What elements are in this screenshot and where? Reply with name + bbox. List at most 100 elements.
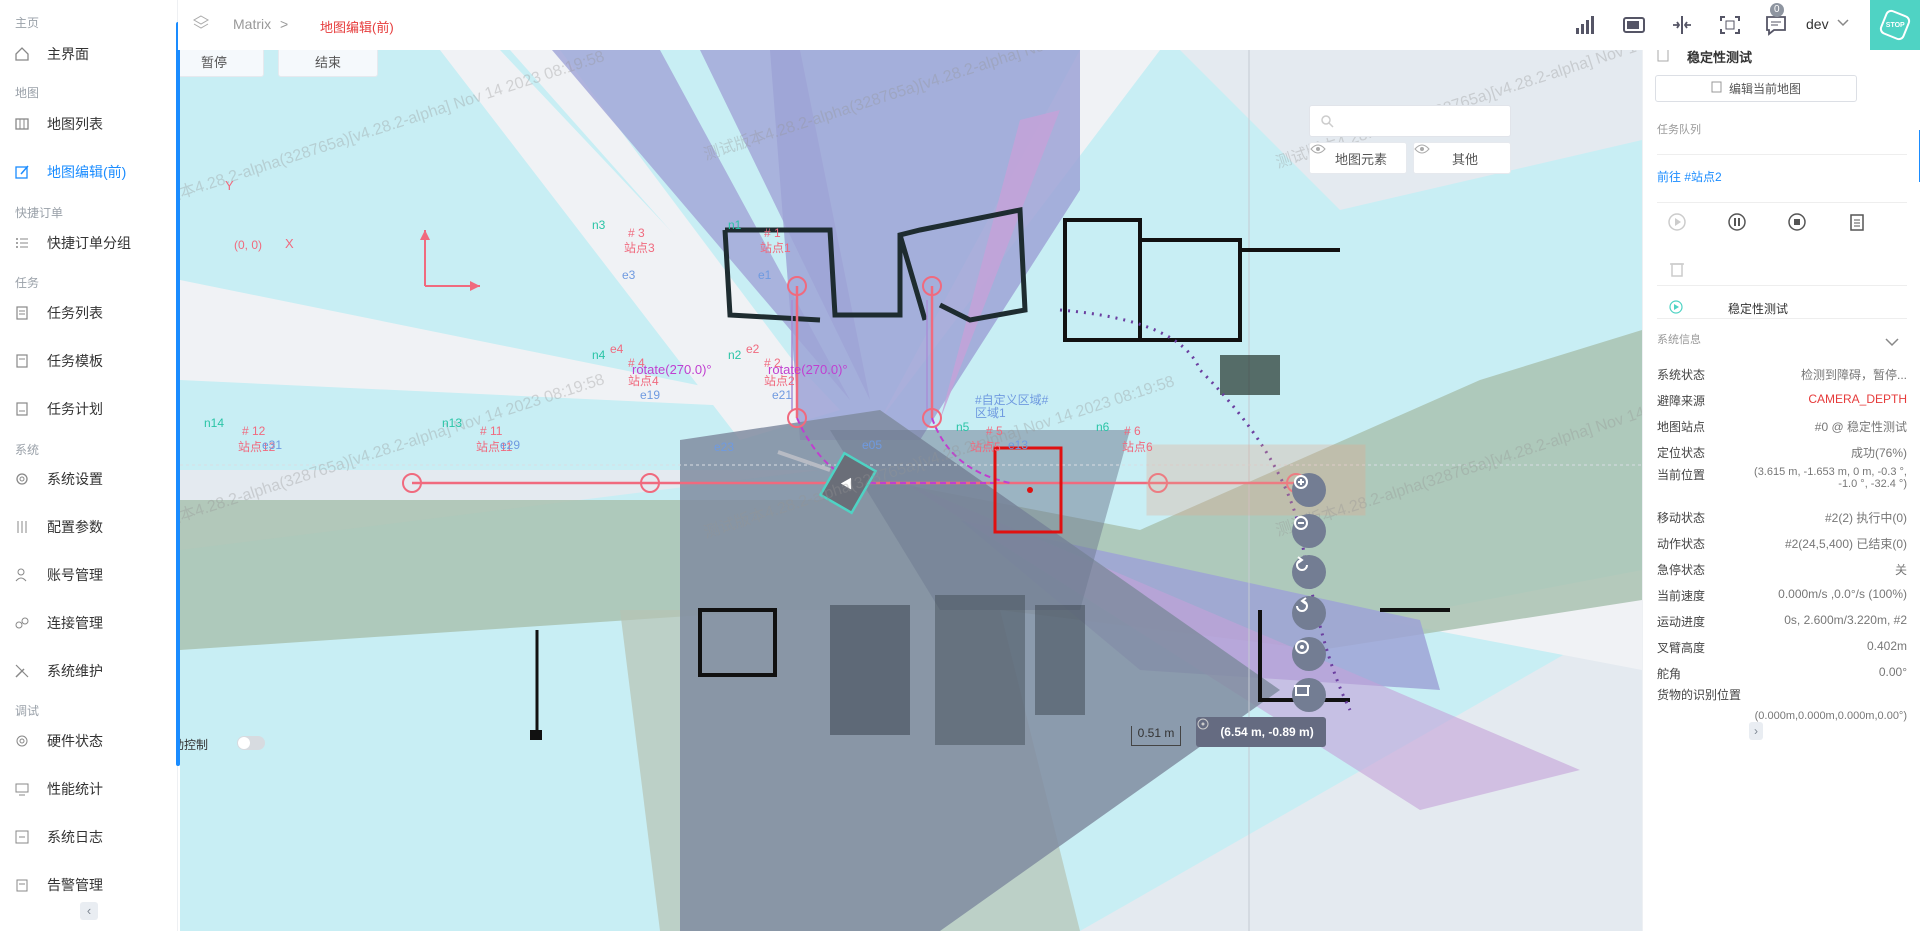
info-row: 急停状态 关 <box>1657 561 1907 578</box>
info-value: 成功(76%) <box>1850 446 1907 460</box>
node-station: 站点1 <box>760 241 791 255</box>
sidebar-item-map-edit[interactable]: 地图编辑(前) <box>12 155 162 189</box>
clear-button[interactable] <box>1292 678 1326 712</box>
info-value: (0.000m,0.000m,0.000m,0.00°) <box>1754 710 1907 722</box>
rotate-left-icon <box>1296 556 1308 571</box>
edit-map-label: 编辑当前地图 <box>1728 82 1801 96</box>
node-id: n3 <box>592 218 606 232</box>
sidebar-item-config-params[interactable]: 配置参数 <box>12 510 162 544</box>
zoom-in-button[interactable] <box>1292 473 1326 507</box>
split-view-icon[interactable] <box>1670 14 1694 36</box>
sidebar-item-label: 主界面 <box>47 46 89 62</box>
breadcrumb-root[interactable]: Matrix <box>233 16 271 32</box>
rotate-right-button[interactable] <box>1292 596 1326 630</box>
fullscreen-icon[interactable] <box>1718 14 1742 36</box>
info-value: 0.000m/s ,0.0°/s (100%) <box>1778 587 1907 601</box>
info-row: 舵角 0.00° <box>1657 665 1907 682</box>
layers-icon[interactable] <box>192 14 210 37</box>
sidebar-item-task-template[interactable]: 任务模板 <box>12 344 162 378</box>
info-value: #2(24,5,400) 已结束(0) <box>1784 537 1907 551</box>
info-row: 当前位置 (3.615 m, -1.653 m, 0 m, -0.3 °, -1.… <box>1657 466 1907 502</box>
battery-icon[interactable] <box>1622 14 1646 36</box>
right-panel: 稳定性测试 编辑当前地图 任务队列 前往 #站点2 稳定性测试 系统信息 系统状… <box>1642 50 1920 931</box>
crosshair-icon <box>1295 640 1309 654</box>
info-row: 货物的识别位置 (0.000m,0.000m,0.000m,0.00°) <box>1657 686 1907 722</box>
edit-map-button[interactable]: 编辑当前地图 <box>1655 75 1857 102</box>
end-button[interactable]: 结束 <box>278 50 378 77</box>
sidebar-item-home[interactable]: 主界面 <box>12 37 162 71</box>
expand-panel-button[interactable]: › <box>1749 722 1763 740</box>
sidebar-item-connection-mgmt[interactable]: 连接管理 <box>12 606 162 640</box>
alarm-icon <box>12 875 32 895</box>
manual-control-toggle[interactable] <box>237 736 265 750</box>
sidebar-item-label: 任务计划 <box>47 401 103 417</box>
stop-icon[interactable] <box>1787 212 1807 237</box>
pause-button[interactable]: 暂停 <box>180 50 264 77</box>
rotate-left-button[interactable] <box>1292 555 1326 589</box>
sidebar-item-account-mgmt[interactable]: 账号管理 <box>12 558 162 592</box>
trash-icon[interactable] <box>1667 258 1687 283</box>
chevron-down-icon[interactable] <box>1885 334 1899 352</box>
node-id: n4 <box>592 348 606 362</box>
task-play-icon[interactable] <box>1669 300 1683 319</box>
sidebar-item-system-maintenance[interactable]: 系统维护 <box>12 654 162 688</box>
sidebar-item-perf-stats[interactable]: 性能统计 <box>12 772 162 806</box>
node-id: n6 <box>1096 420 1110 434</box>
info-row: 运动进度 0s, 2.600m/3.220m, #2 <box>1657 613 1907 630</box>
others-button[interactable]: 其他 <box>1413 142 1511 174</box>
goto-station[interactable]: 前往 #站点2 <box>1657 168 1722 185</box>
manual-control-label: 手动控制 <box>180 738 209 752</box>
map-drawing[interactable] <box>180 50 1642 931</box>
sidebar-item-task-list[interactable]: 任务列表 <box>12 296 162 330</box>
sidebar-item-system-settings[interactable]: 系统设置 <box>12 462 162 496</box>
message-icon[interactable] <box>1764 14 1788 36</box>
clipboard-icon[interactable] <box>1847 212 1867 237</box>
divider <box>1657 285 1907 286</box>
panel-title: 稳定性测试 <box>1687 50 1753 65</box>
signal-icon[interactable] <box>1574 14 1598 36</box>
edge-label: e4 <box>610 342 624 356</box>
coordinate-readout: (6.54 m, -0.89 m) <box>1196 717 1326 747</box>
info-key: 移动状态 <box>1657 511 1706 525</box>
sliders-icon <box>12 517 32 537</box>
region-label: #自定义区域# 区域1 <box>975 393 1049 420</box>
emergency-stop-button[interactable]: STOP <box>1870 0 1920 50</box>
sidebar-item-map-list[interactable]: 地图列表 <box>12 107 162 141</box>
play-icon[interactable] <box>1667 212 1687 237</box>
sidebar-item-label: 快捷订单分组 <box>47 235 131 251</box>
others-label: 其他 <box>1451 151 1478 167</box>
node-station: 站点2 <box>764 374 795 388</box>
scale-bar: 0.51 m <box>1131 726 1181 746</box>
info-row: 动作状态 #2(24,5,400) 已结束(0) <box>1657 535 1907 552</box>
document-icon <box>12 303 32 323</box>
plan-icon <box>12 399 32 419</box>
collapse-sidebar-button[interactable]: ‹ <box>80 902 98 920</box>
section-task: 任务 <box>15 276 40 290</box>
monitor-icon <box>12 779 32 799</box>
sidebar-item-alarm-mgmt[interactable]: 告警管理 <box>12 868 162 902</box>
node-station: 站点6 <box>1122 440 1153 454</box>
info-row: 定位状态 成功(76%) <box>1657 444 1907 461</box>
panel-icon <box>1657 50 1669 67</box>
sidebar-item-system-log[interactable]: 系统日志 <box>12 820 162 854</box>
sidebar-item-hardware-status[interactable]: 硬件状态 <box>12 724 162 758</box>
map-canvas[interactable]: 测试版本4.28.2-alpha(328765a)[v4.28.2-alpha]… <box>180 50 1642 931</box>
zoom-out-button[interactable] <box>1292 514 1326 548</box>
template-icon <box>12 351 32 371</box>
map-elements-button[interactable]: 地图元素 <box>1309 142 1407 174</box>
axis-x-label: X <box>285 236 294 251</box>
search-input[interactable] <box>1340 111 1500 131</box>
sidebar-item-task-plan[interactable]: 任务计划 <box>12 392 162 426</box>
edge-label: e23 <box>714 440 735 454</box>
breadcrumb-current: 地图编辑(前) <box>320 20 394 35</box>
map-search[interactable] <box>1309 105 1511 137</box>
node-id: n13 <box>442 416 463 430</box>
info-key: 货物的识别位置 <box>1657 688 1742 702</box>
sidebar-item-quick-order-group[interactable]: 快捷订单分组 <box>12 226 162 260</box>
chevron-down-icon[interactable] <box>1836 16 1850 35</box>
axis-y-label: Y <box>225 178 234 193</box>
pause-icon[interactable] <box>1727 212 1747 237</box>
info-row: 系统状态 检测到障碍，暂停... <box>1657 366 1907 383</box>
user-name[interactable]: dev <box>1806 16 1829 32</box>
locate-button[interactable] <box>1292 637 1326 671</box>
